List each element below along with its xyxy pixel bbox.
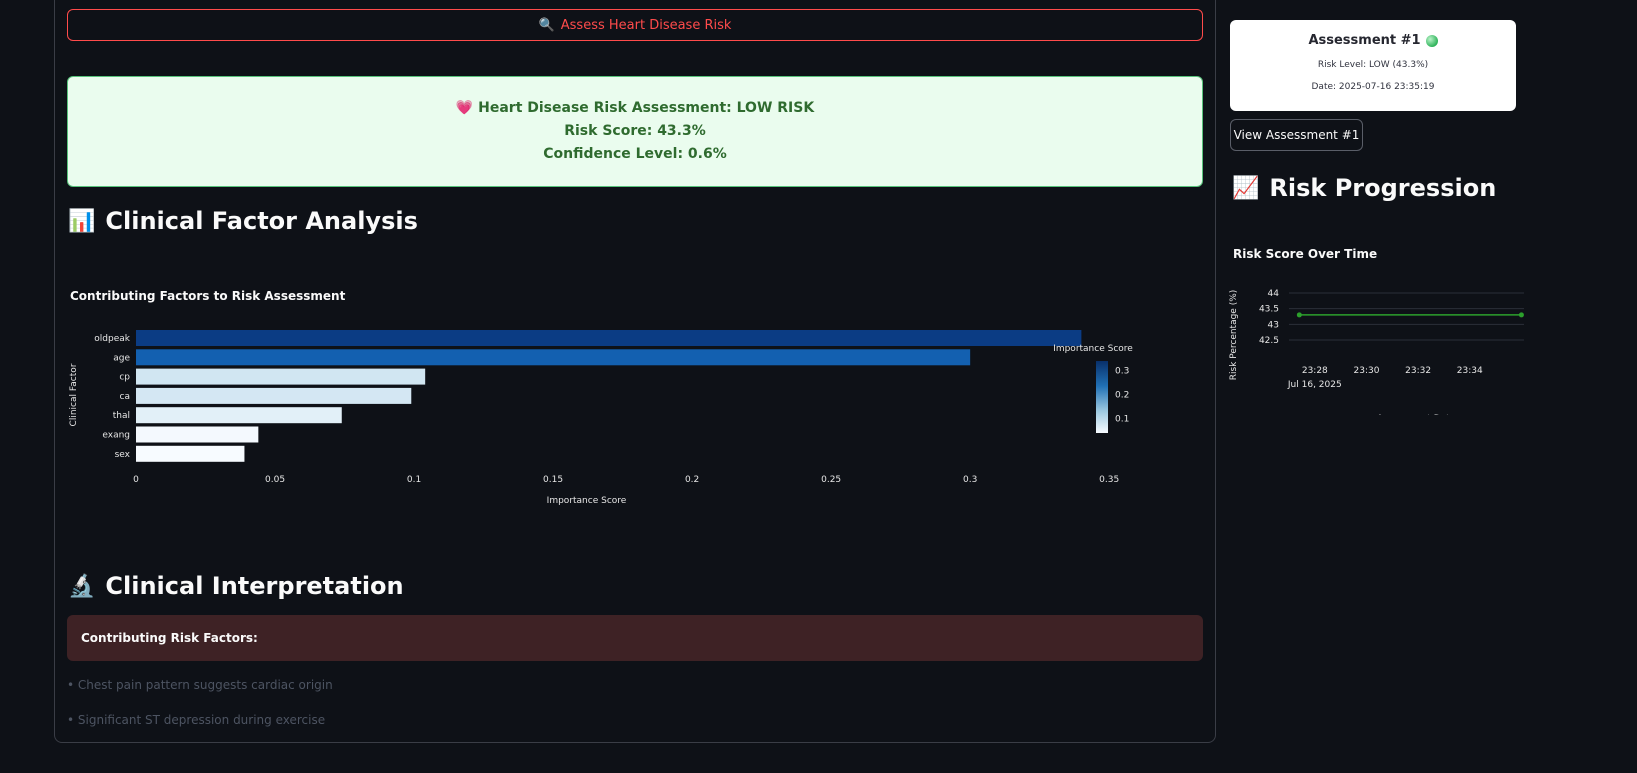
x-tick-label: 0.3 (963, 475, 977, 485)
factor-analysis-heading: 📊 Clinical Factor Analysis (68, 207, 418, 235)
x-tick-label: 0.2 (685, 475, 699, 485)
y-tick-label: oldpeak (94, 334, 130, 344)
risk-factors-box: Contributing Risk Factors: (67, 615, 1203, 661)
x-axis-label: Importance Score (547, 496, 627, 506)
line-chart-title: Risk Score Over Time (1233, 247, 1378, 261)
assessment-date: Date: 2025-07-16 23:35:19 (1311, 82, 1435, 92)
colorbar-title: Importance Score (1053, 344, 1133, 354)
interpretation-bullet: • Significant ST depression during exerc… (67, 713, 326, 727)
colorbar-tick: 0.3 (1115, 367, 1129, 377)
x-tick-label: 0.1 (407, 475, 421, 485)
microscope-icon: 🔬 (68, 573, 96, 599)
interpretation-title: Clinical Interpretation (105, 572, 404, 600)
assessment-card-title-row: Assessment #1 (1308, 33, 1438, 48)
bar-thal (136, 407, 342, 424)
y-tick-label: 43.5 (1259, 305, 1279, 315)
result-title-row: 💗 Heart Disease Risk Assessment: LOW RIS… (456, 97, 814, 120)
x-tick-label: 23:28 (1302, 366, 1328, 376)
bar-cp (136, 368, 426, 385)
confidence-text: Confidence Level: 0.6% (543, 146, 727, 162)
trend-chart-icon: 📈 (1232, 175, 1260, 201)
x-tick-label: 23:32 (1405, 366, 1431, 376)
x-tick-label: 23:34 (1457, 366, 1483, 376)
view-assessment-button[interactable]: View Assessment #1 (1230, 119, 1363, 151)
x-tick-label: 0.35 (1099, 475, 1119, 485)
heart-icon: 💗 (455, 100, 474, 116)
magnifier-icon: 🔍 (538, 17, 555, 33)
assessment-card-title: Assessment #1 (1308, 33, 1421, 48)
green-status-icon (1425, 34, 1438, 47)
bar-age (136, 349, 971, 366)
assess-risk-label: Assess Heart Disease Risk (560, 17, 732, 33)
risk-line-chart: 44 43.5 43 42.5 23:28 23:30 23:32 23:34 Jul 16, … (1229, 289, 1524, 415)
bar-exang (136, 426, 259, 443)
y-tick-label: 44 (1268, 289, 1280, 299)
risk-factors-title: Contributing Risk Factors: (81, 631, 258, 645)
assess-risk-button[interactable]: 🔍 Assess Heart Disease Risk (67, 9, 1203, 41)
factor-chart-title: Contributing Factors to Risk Assessment (70, 289, 346, 303)
result-title: Heart Disease Risk Assessment: LOW RISK (478, 100, 815, 116)
risk-result-box: 💗 Heart Disease Risk Assessment: LOW RIS… (67, 76, 1203, 187)
factor-analysis-title: Clinical Factor Analysis (105, 207, 418, 235)
y-tick-label: 43 (1268, 320, 1279, 330)
factor-bar-chart: oldpeak age cp ca thal exang sex 0 0.05 0.1 0.15 0.… (69, 330, 1133, 506)
risk-progression-heading: 📈 Risk Progression (1232, 174, 1496, 202)
assessment-card: Assessment #1 Risk Level: LOW (43.3%) Da… (1230, 20, 1516, 111)
x-tick-label: 0.15 (543, 475, 563, 485)
y-tick-label: thal (113, 411, 130, 421)
y-tick-label: 42.5 (1259, 336, 1279, 346)
y-tick-label: exang (102, 431, 130, 441)
risk-progression-title: Risk Progression (1269, 174, 1497, 202)
colorbar-tick: 0.2 (1115, 390, 1129, 400)
interpretation-bullet: • Chest pain pattern suggests cardiac or… (67, 678, 333, 692)
bar-sex (136, 445, 245, 462)
bar-chart-icon: 📊 (68, 208, 96, 234)
y-axis-label: Clinical Factor (69, 363, 79, 426)
x-tick-label: 0.25 (821, 475, 841, 485)
data-point (1518, 312, 1524, 318)
x-tick-label: 0 (133, 475, 139, 485)
y-tick-label: sex (115, 450, 131, 460)
assessment-risk-level: Risk Level: LOW (43.3%) (1317, 60, 1429, 70)
x-date-label: Jul 16, 2025 (1287, 380, 1342, 390)
y-tick-label: age (113, 353, 130, 363)
x-tick-label: 23:30 (1354, 366, 1380, 376)
risk-score-text: Risk Score: 43.3% (564, 123, 706, 139)
x-tick-label: 0.05 (265, 475, 285, 485)
y-axis-label: Risk Percentage (%) (1229, 290, 1239, 381)
data-point (1296, 312, 1302, 318)
y-tick-label: ca (120, 392, 130, 402)
y-tick-label: cp (119, 373, 130, 383)
colorbar-tick: 0.1 (1115, 414, 1129, 424)
bar-ca (136, 387, 412, 404)
colorbar (1096, 361, 1108, 433)
bar-oldpeak (136, 330, 1082, 346)
interpretation-heading: 🔬 Clinical Interpretation (68, 572, 404, 600)
x-axis-label: Assessment Date (1377, 414, 1456, 415)
